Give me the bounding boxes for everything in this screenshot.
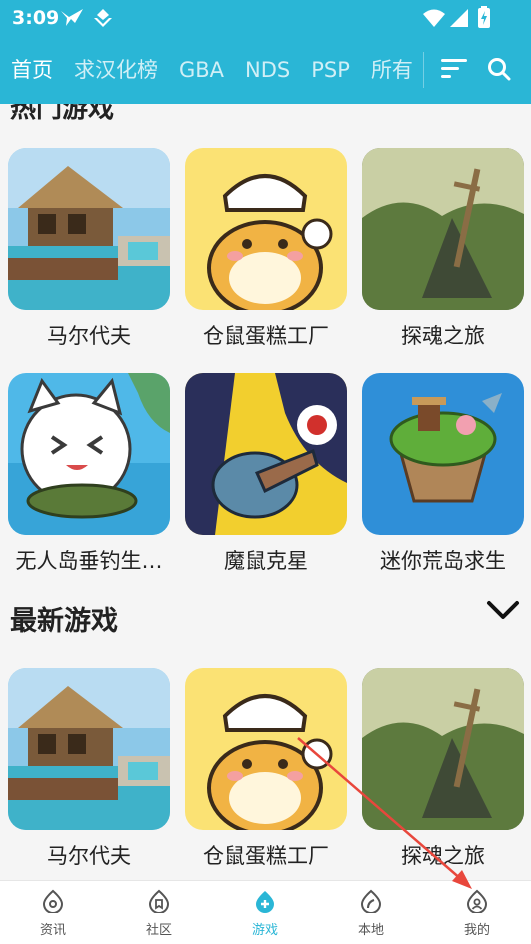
tabs-divider (423, 52, 424, 88)
game-thumbnail-maldives (8, 668, 170, 830)
bottom-tab-community[interactable]: 社区 (119, 889, 199, 938)
bottom-tab-label: 游戏 (251, 923, 278, 938)
news-icon (42, 889, 64, 914)
bottom-tab-news[interactable]: 资讯 (13, 889, 93, 938)
bottom-navigation: 资讯 社区 游戏 本地 我的 (0, 880, 531, 944)
bottom-tab-local[interactable]: 本地 (331, 889, 411, 938)
tab-home[interactable]: 首页 (11, 36, 53, 104)
bottom-tab-label: 我的 (463, 923, 490, 938)
game-card-hamster-cake[interactable]: 仓鼠蛋糕工厂 (185, 148, 347, 350)
game-card-soul-journey-latest[interactable]: 探魂之旅 (362, 668, 524, 870)
bottom-tab-me[interactable]: 我的 (437, 889, 517, 938)
game-card-maldives[interactable]: 马尔代夫 (8, 148, 170, 350)
games-icon (256, 891, 274, 913)
game-thumbnail-island-fishing (8, 373, 170, 535)
local-icon (360, 889, 382, 914)
game-thumbnail-maldives (8, 148, 170, 310)
game-title: 仓鼠蛋糕工厂 (203, 844, 329, 868)
battery-charging-icon (478, 6, 490, 32)
game-thumbnail-soul-journey (362, 148, 524, 310)
category-tabs: 首页 求汉化榜 GBA NDS PSP 所有 (0, 36, 425, 104)
game-thumbnail-rat-nemesis (185, 373, 347, 535)
game-card-maldives-latest[interactable]: 马尔代夫 (8, 668, 170, 870)
tab-psp[interactable]: PSP (311, 36, 350, 104)
game-title: 仓鼠蛋糕工厂 (203, 324, 329, 348)
bottom-tab-games[interactable]: 游戏 (225, 889, 305, 938)
game-list[interactable]: 热门游戏 马尔代夫 仓鼠蛋糕工厂 探魂之旅 无人岛垂钓生… 魔鼠克星 迷你荒岛求… (0, 104, 531, 880)
game-card-rat-nemesis[interactable]: 魔鼠克星 (185, 373, 347, 575)
game-title: 探魂之旅 (401, 844, 485, 868)
game-card-mini-island[interactable]: 迷你荒岛求生 (362, 373, 524, 575)
game-title: 魔鼠克星 (224, 549, 308, 573)
bird-app-icon (60, 8, 84, 32)
status-time: 3:09 (12, 7, 60, 29)
top-navigation: 首页 求汉化榜 GBA NDS PSP 所有 (0, 36, 531, 104)
diamond-app-icon (91, 8, 115, 32)
search-icon[interactable] (486, 56, 512, 86)
game-title: 迷你荒岛求生 (380, 549, 506, 573)
game-title: 无人岛垂钓生… (15, 549, 163, 573)
tab-all[interactable]: 所有 (371, 36, 413, 104)
signal-icon (449, 8, 469, 32)
game-thumbnail-hamster-cake (185, 148, 347, 310)
game-card-soul-journey[interactable]: 探魂之旅 (362, 148, 524, 350)
game-thumbnail-mini-island (362, 373, 524, 535)
game-card-hamster-cake-latest[interactable]: 仓鼠蛋糕工厂 (185, 668, 347, 870)
game-title: 马尔代夫 (47, 844, 131, 868)
bottom-tab-label: 本地 (357, 923, 384, 938)
game-title: 马尔代夫 (47, 324, 131, 348)
game-thumbnail-hamster-cake (185, 668, 347, 830)
hot-games-title: 热门游戏 (10, 104, 115, 124)
latest-games-title: 最新游戏 (10, 606, 118, 637)
status-bar: 3:09 (0, 0, 531, 36)
tab-translation-ranking[interactable]: 求汉化榜 (74, 36, 158, 104)
chevron-down-icon[interactable] (486, 598, 520, 626)
wifi-icon (423, 8, 445, 32)
game-thumbnail-soul-journey (362, 668, 524, 830)
tab-gba[interactable]: GBA (179, 36, 224, 104)
community-icon (148, 889, 170, 914)
bottom-tab-label: 社区 (145, 923, 172, 938)
game-card-island-fishing[interactable]: 无人岛垂钓生… (8, 373, 170, 575)
filter-sort-icon[interactable] (440, 56, 468, 86)
profile-icon (466, 889, 488, 914)
tab-nds[interactable]: NDS (245, 36, 290, 104)
bottom-tab-label: 资讯 (39, 923, 66, 938)
game-title: 探魂之旅 (401, 324, 485, 348)
